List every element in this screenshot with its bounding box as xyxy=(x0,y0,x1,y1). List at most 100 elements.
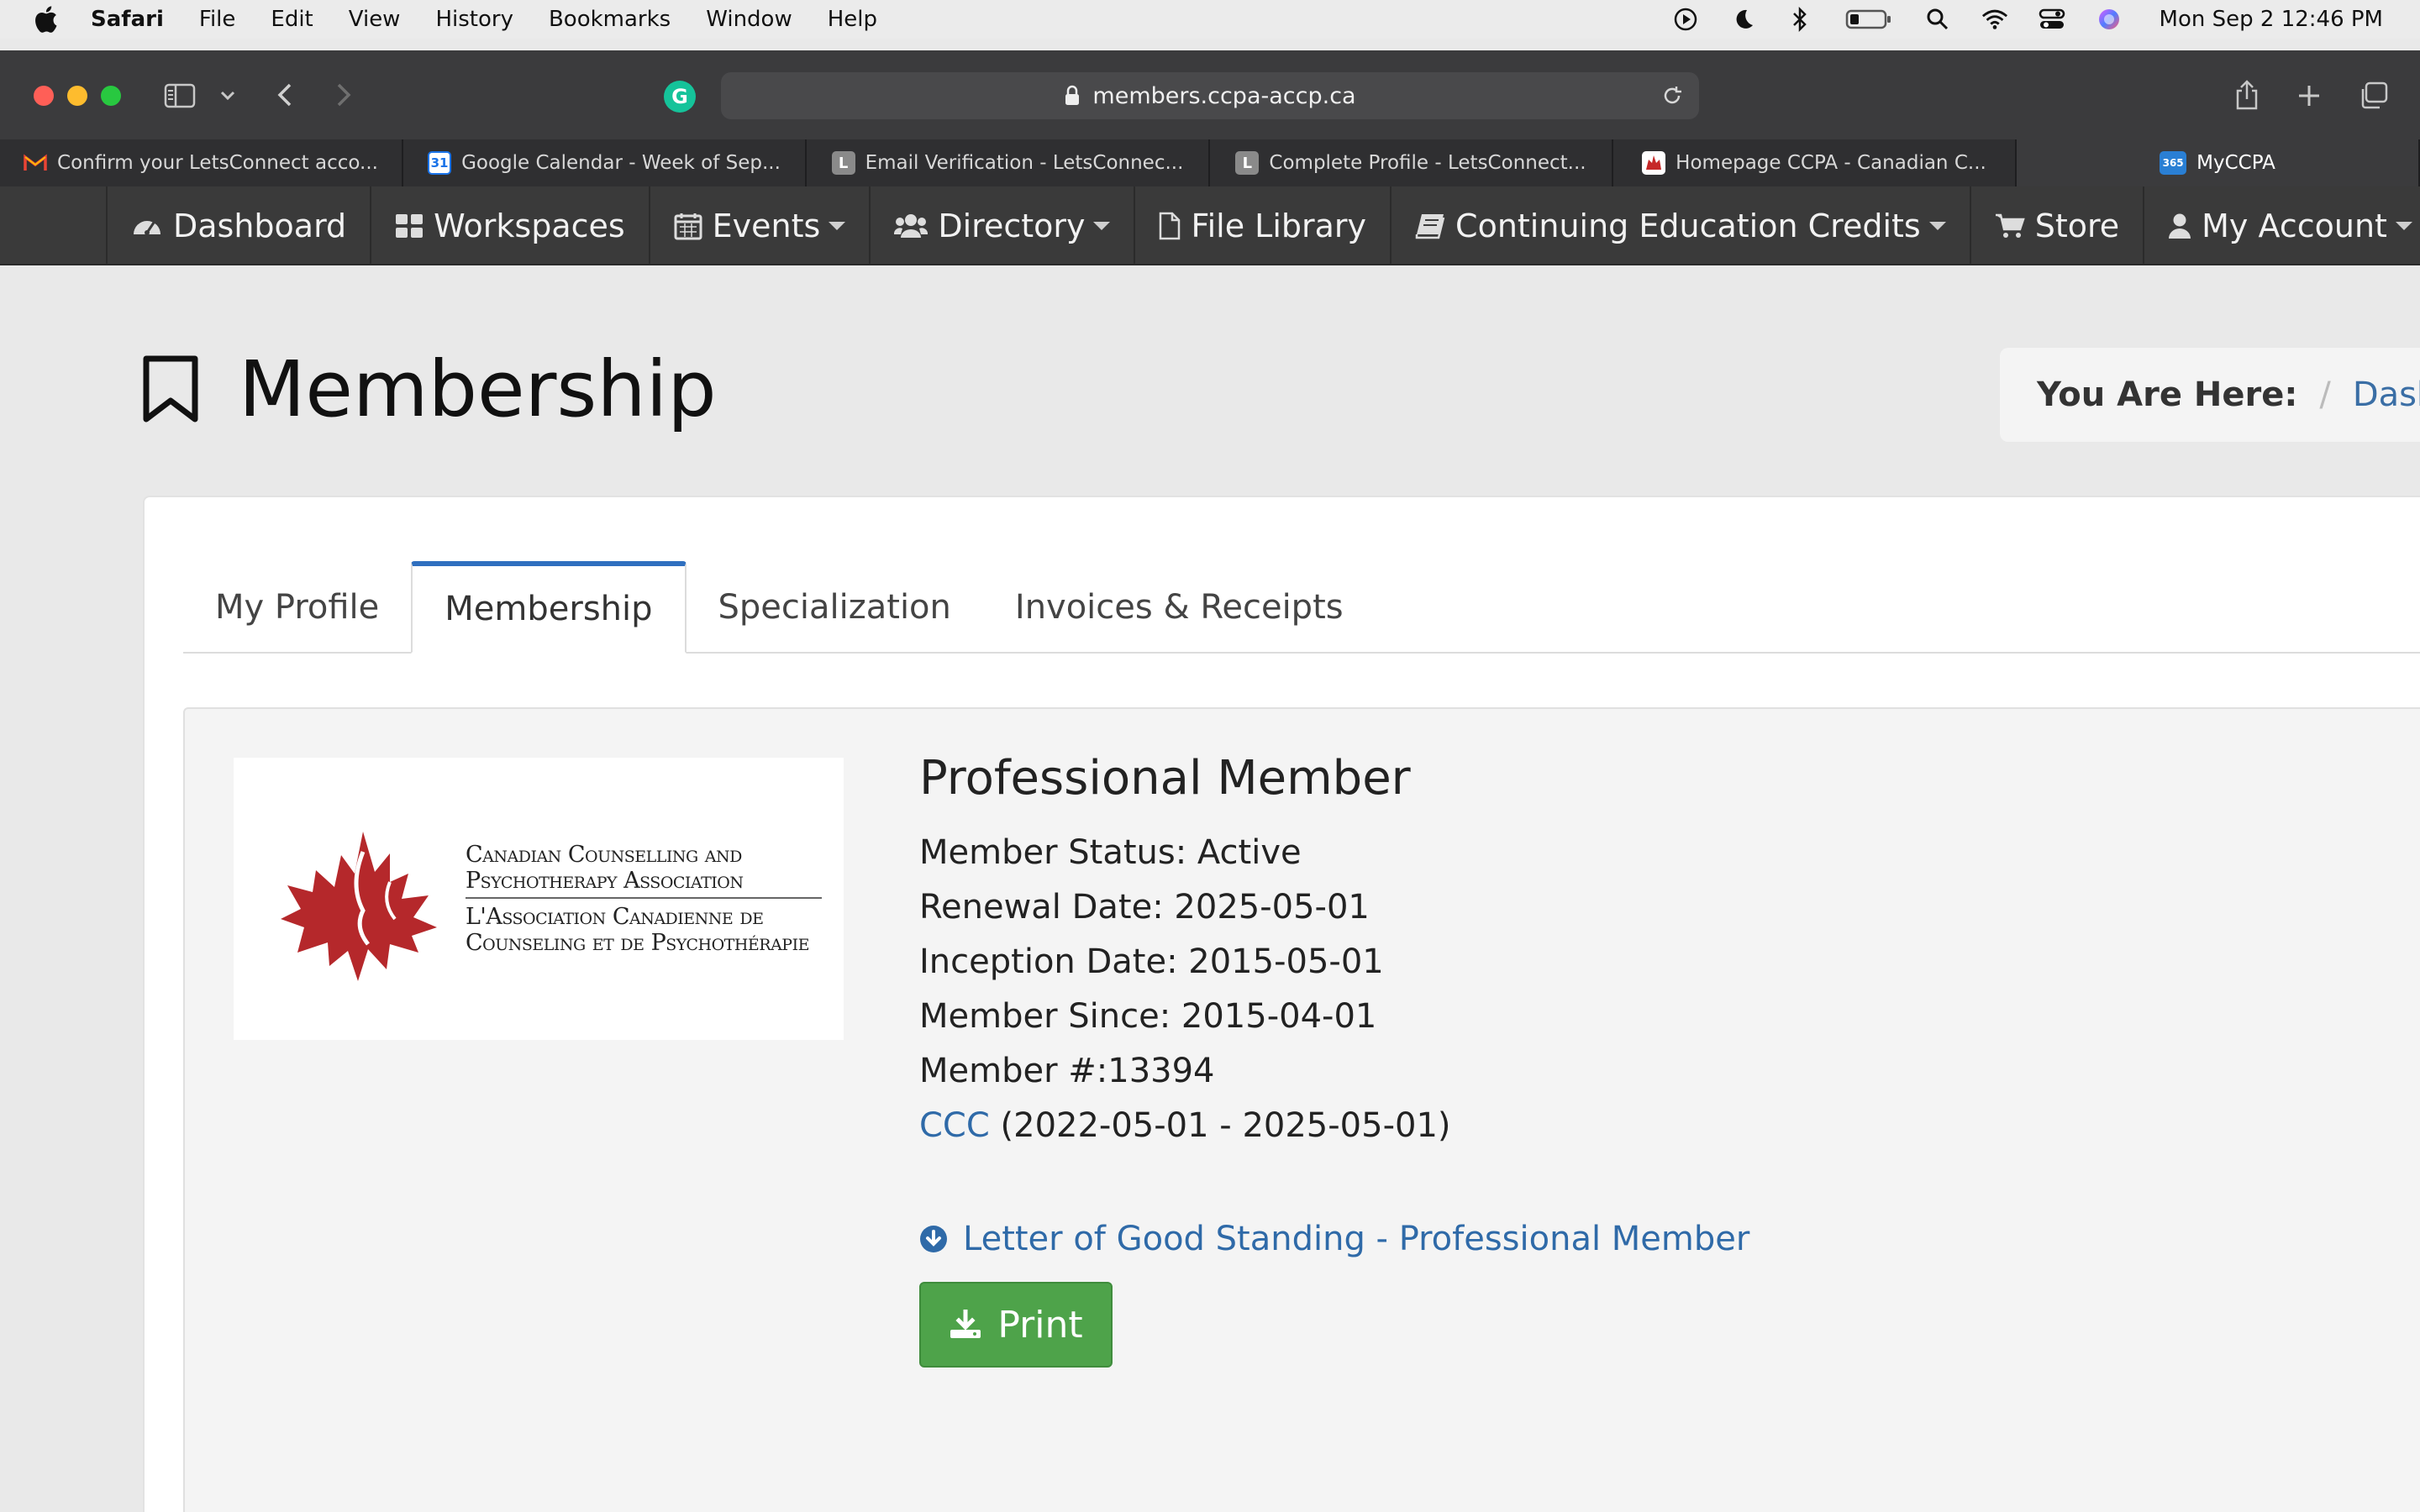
tab-title: Confirm your LetsConnect acco... xyxy=(57,152,378,174)
nav-label: Store xyxy=(2034,207,2120,244)
download-circle-icon xyxy=(919,1225,948,1253)
logo-line: Canadian Counselling and xyxy=(466,842,742,868)
control-center-icon[interactable] xyxy=(2039,6,2065,33)
browser-tab-complete-profile[interactable]: L Complete Profile - LetsConnect... xyxy=(1210,139,1613,186)
reload-icon[interactable] xyxy=(1660,84,1684,113)
apple-icon[interactable] xyxy=(34,5,59,34)
membership-details: Professional Member Member Status: Activ… xyxy=(919,751,1451,1153)
tab-overview-icon[interactable] xyxy=(2356,79,2390,113)
breadcrumb-dashboard-link[interactable]: Dashbo xyxy=(2353,375,2420,414)
browser-tab-myccpa[interactable]: 365 MyCCPA xyxy=(2017,139,2420,186)
bluetooth-icon[interactable] xyxy=(1786,6,1813,33)
zoom-window-button[interactable] xyxy=(101,86,121,106)
nav-label: Directory xyxy=(938,207,1086,244)
chevron-down-icon xyxy=(829,222,846,230)
book-icon xyxy=(1415,213,1445,239)
membership-card: My Profile Membership Specialization Inv… xyxy=(143,496,2420,1512)
maple-leaf-faces-icon xyxy=(281,832,437,981)
nav-file-library[interactable]: File Library xyxy=(1134,186,1390,265)
battery-icon[interactable] xyxy=(1844,6,1894,33)
page-header: Membership xyxy=(141,343,717,435)
certification-row: CCC (2022-05-01 - 2025-05-01) xyxy=(919,1099,1451,1153)
new-tab-icon[interactable] xyxy=(2294,81,2324,111)
back-icon[interactable] xyxy=(272,79,297,111)
url-text: members.ccpa-accp.ca xyxy=(1092,82,1356,109)
menubar-clock[interactable]: Mon Sep 2 12:46 PM xyxy=(2160,7,2383,32)
browser-tab-email-verification[interactable]: L Email Verification - LetsConnec... xyxy=(807,139,1210,186)
nav-continuing-education-credits[interactable]: Continuing Education Credits xyxy=(1390,186,1970,265)
logo-line: L'Association Canadienne de xyxy=(466,904,764,930)
close-window-button[interactable] xyxy=(34,86,54,106)
logo-line: Psychotherapy Association xyxy=(466,868,744,894)
print-button[interactable]: Print xyxy=(919,1282,1113,1368)
profile-tabs: My Profile Membership Specialization Inv… xyxy=(183,561,2420,654)
nav-my-account[interactable]: My Account xyxy=(2143,186,2420,265)
ccc-link[interactable]: CCC xyxy=(919,1106,990,1145)
menu-bookmarks[interactable]: Bookmarks xyxy=(549,7,671,32)
browser-tab-gmail[interactable]: Confirm your LetsConnect acco... xyxy=(0,139,403,186)
nav-store[interactable]: Store xyxy=(1969,186,2143,265)
forward-icon[interactable] xyxy=(331,79,356,111)
cart-icon xyxy=(1995,213,2025,239)
calendar-icon xyxy=(674,212,702,240)
menu-view[interactable]: View xyxy=(349,7,401,32)
tab-title: Email Verification - LetsConnec... xyxy=(865,152,1184,174)
tab-invoices-receipts[interactable]: Invoices & Receipts xyxy=(983,563,1376,652)
member-since: Member Since: 2015-04-01 xyxy=(919,997,1377,1036)
breadcrumb-separator: / xyxy=(2319,375,2331,414)
nav-workspaces[interactable]: Workspaces xyxy=(370,186,649,265)
calendar-icon: 31 xyxy=(428,151,452,175)
tab-membership[interactable]: Membership xyxy=(411,561,687,654)
certification-range: (2022-05-01 - 2025-05-01) xyxy=(989,1106,1451,1145)
spotlight-icon[interactable] xyxy=(1924,6,1951,33)
grammarly-icon[interactable]: G xyxy=(664,81,696,113)
browser-tab-ccpa-homepage[interactable]: Homepage CCPA - Canadian C... xyxy=(1613,139,2017,186)
chevron-down-icon[interactable] xyxy=(218,87,237,104)
chevron-down-icon xyxy=(2395,222,2412,230)
user-icon xyxy=(2168,213,2191,239)
play-icon[interactable] xyxy=(1672,6,1699,33)
moon-icon[interactable] xyxy=(1729,6,1756,33)
lock-icon xyxy=(1064,85,1081,107)
ccpa-logo: Canadian Counselling and Psychotherapy A… xyxy=(234,758,844,1040)
nav-label: My Account xyxy=(2202,207,2387,244)
page-title: Membership xyxy=(239,344,717,434)
nav-label: File Library xyxy=(1191,207,1367,244)
address-bar[interactable]: members.ccpa-accp.ca xyxy=(721,72,1699,119)
tab-specialization[interactable]: Specialization xyxy=(687,563,983,652)
minimize-window-button[interactable] xyxy=(67,86,87,106)
siri-icon[interactable] xyxy=(2096,6,2123,33)
nav-dashboard[interactable]: Dashboard xyxy=(106,186,370,265)
menu-help[interactable]: Help xyxy=(828,7,877,32)
tab-title: Google Calendar - Week of Sep... xyxy=(461,152,781,174)
tab-title: Homepage CCPA - Canadian C... xyxy=(1676,152,1986,174)
my365-icon: 365 xyxy=(2160,151,2187,175)
sidebar-toggle-icon[interactable] xyxy=(163,81,197,111)
breadcrumb-label: You Are Here: xyxy=(2037,375,2298,414)
share-icon[interactable] xyxy=(2232,77,2262,113)
bookmark-icon xyxy=(141,355,200,423)
menu-window[interactable]: Window xyxy=(706,7,792,32)
grid-icon xyxy=(395,213,424,239)
letsconnect-icon: L xyxy=(1235,151,1260,175)
menu-history[interactable]: History xyxy=(435,7,513,32)
menu-edit[interactable]: Edit xyxy=(271,7,313,32)
logo-line: Counseling et de Psychothérapie xyxy=(466,930,809,956)
menu-safari[interactable]: Safari xyxy=(91,7,164,32)
browser-tab-calendar[interactable]: 31 Google Calendar - Week of Sep... xyxy=(403,139,807,186)
menu-file[interactable]: File xyxy=(199,7,236,32)
wifi-icon[interactable] xyxy=(1981,6,2008,33)
chevron-down-icon xyxy=(1928,222,1946,230)
browser-tab-bar: Confirm your LetsConnect acco... 31 Goog… xyxy=(0,139,2420,186)
nav-events[interactable]: Events xyxy=(648,186,870,265)
letter-of-good-standing-link[interactable]: Letter of Good Standing - Professional M… xyxy=(919,1220,1749,1258)
member-status: Member Status: Active xyxy=(919,833,1302,872)
nav-directory[interactable]: Directory xyxy=(869,186,1134,265)
tab-my-profile[interactable]: My Profile xyxy=(183,563,411,652)
nav-label: Events xyxy=(712,207,821,244)
membership-panel: Canadian Counselling and Psychotherapy A… xyxy=(183,707,2420,1512)
users-icon xyxy=(894,213,929,239)
dashboard-icon xyxy=(131,213,163,239)
chevron-down-icon xyxy=(1093,222,1111,230)
nav-label: Dashboard xyxy=(173,207,347,244)
